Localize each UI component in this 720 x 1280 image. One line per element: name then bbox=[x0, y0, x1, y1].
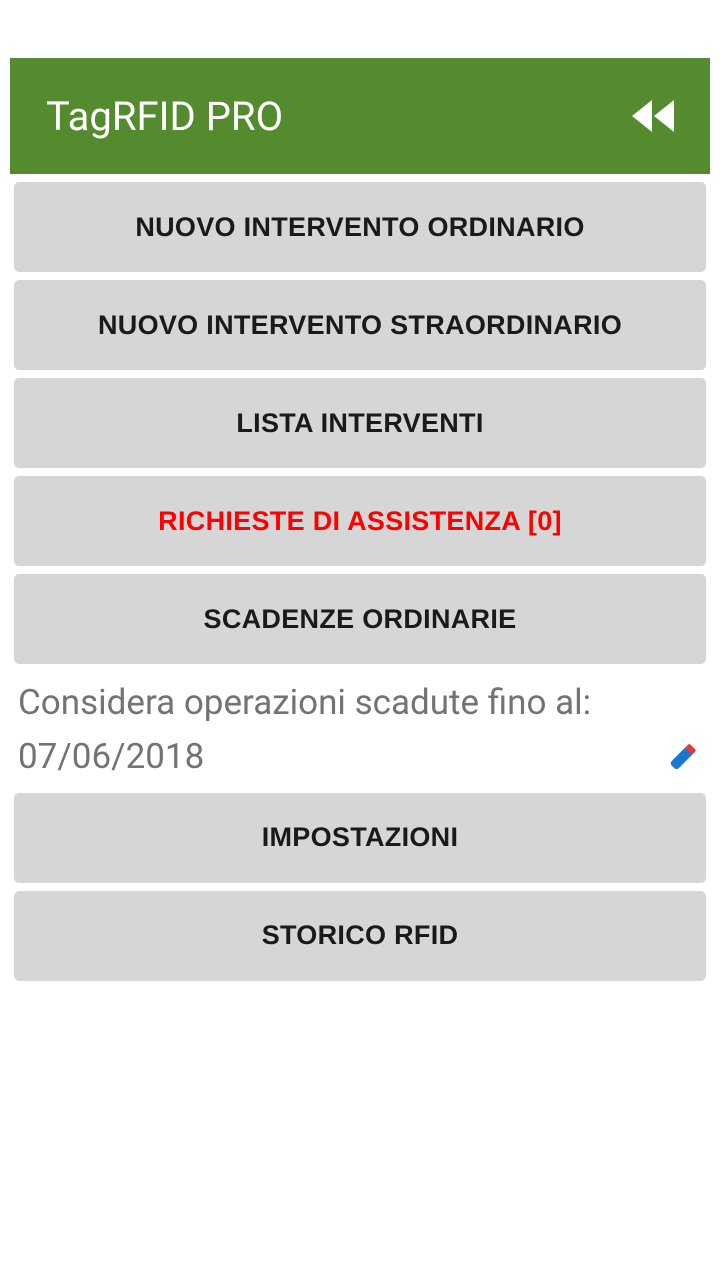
app-header: TagRFID PRO bbox=[10, 58, 710, 174]
richieste-assistenza-button[interactable]: RICHIESTE DI ASSISTENZA [0] bbox=[14, 476, 706, 566]
rewind-icon[interactable] bbox=[624, 96, 680, 136]
edit-date-icon[interactable] bbox=[658, 739, 698, 779]
nuovo-intervento-ordinario-button[interactable]: NUOVO INTERVENTO ORDINARIO bbox=[14, 182, 706, 272]
main-content: NUOVO INTERVENTO ORDINARIO NUOVO INTERVE… bbox=[0, 174, 720, 981]
lista-interventi-button[interactable]: LISTA INTERVENTI bbox=[14, 378, 706, 468]
date-filter-value: 07/06/2018 bbox=[18, 730, 591, 784]
date-filter-label: Considera operazioni scadute fino al: bbox=[18, 676, 591, 730]
storico-rfid-button[interactable]: STORICO RFID bbox=[14, 891, 706, 981]
nuovo-intervento-straordinario-button[interactable]: NUOVO INTERVENTO STRAORDINARIO bbox=[14, 280, 706, 370]
app-title: TagRFID PRO bbox=[46, 93, 283, 140]
impostazioni-button[interactable]: IMPOSTAZIONI bbox=[14, 793, 706, 883]
scadenze-ordinarie-button[interactable]: SCADENZE ORDINARIE bbox=[14, 574, 706, 664]
date-filter-text: Considera operazioni scadute fino al: 07… bbox=[18, 676, 591, 785]
date-filter-row: Considera operazioni scadute fino al: 07… bbox=[14, 672, 706, 793]
status-bar bbox=[0, 0, 720, 58]
